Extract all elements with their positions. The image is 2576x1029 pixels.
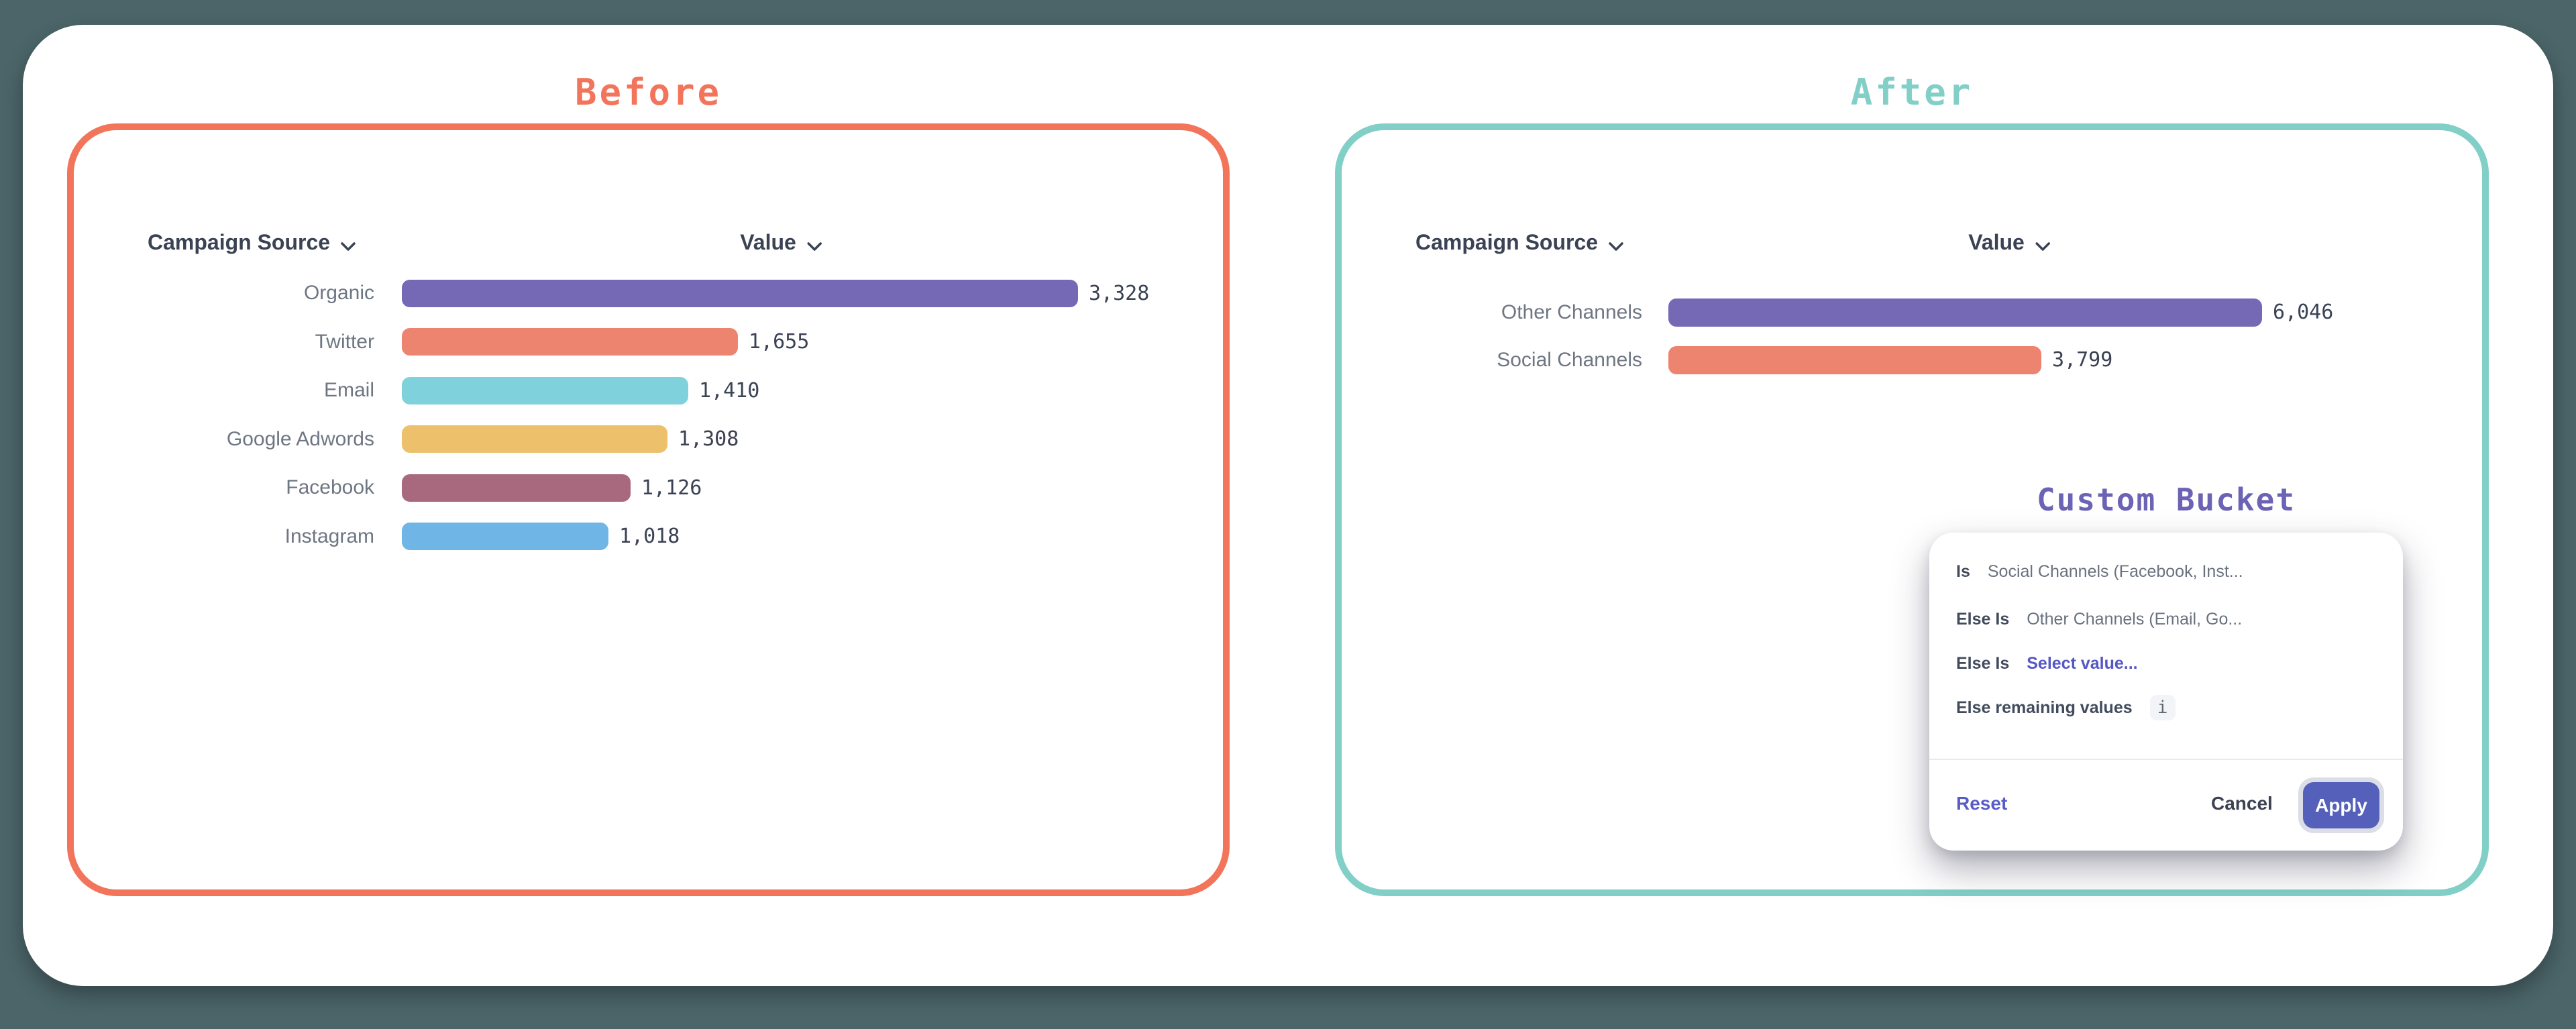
condition-keyword: Else Is bbox=[1956, 610, 2009, 629]
chevron-down-icon bbox=[2035, 231, 2050, 256]
cancel-button[interactable]: Cancel bbox=[2211, 789, 2273, 818]
after-chart-rows: Other Channels 6,046 Social Channels 3,799 bbox=[1342, 288, 2482, 384]
row-label-facebook: Facebook bbox=[74, 476, 374, 499]
condition-keyword: Else remaining values bbox=[1956, 698, 2133, 718]
select-value-link[interactable]: Select value... bbox=[2027, 654, 2137, 673]
bar-value-social-channels: 3,799 bbox=[2052, 348, 2112, 372]
measure-header-label: Value bbox=[1968, 230, 2025, 255]
bar-instagram[interactable] bbox=[402, 523, 608, 550]
info-icon[interactable]: i bbox=[2150, 695, 2176, 720]
bar-value-organic: 3,328 bbox=[1089, 282, 1149, 305]
row-label-social-channels: Social Channels bbox=[1342, 349, 1642, 372]
chart-row: Organic 3,328 bbox=[74, 269, 1223, 318]
bar-value-twitter: 1,655 bbox=[749, 330, 809, 354]
bucket-condition-row: Else Is Select value... bbox=[1956, 649, 2138, 678]
custom-bucket-dialog: Is Social Channels (Facebook, Inst... Else… bbox=[1929, 533, 2403, 851]
condition-keyword: Else Is bbox=[1956, 654, 2009, 673]
measure-header-label: Value bbox=[740, 230, 796, 255]
row-label-instagram: Instagram bbox=[74, 525, 374, 548]
condition-keyword: Is bbox=[1956, 562, 1970, 582]
bar-twitter[interactable] bbox=[402, 328, 738, 356]
row-label-twitter: Twitter bbox=[74, 331, 374, 354]
chevron-down-icon bbox=[341, 231, 356, 256]
dimension-header[interactable]: Campaign Source bbox=[1415, 228, 1623, 256]
chart-row: Google Adwords 1,308 bbox=[74, 415, 1223, 464]
chart-row: Social Channels 3,799 bbox=[1342, 336, 2482, 384]
bar-organic[interactable] bbox=[402, 280, 1078, 307]
bar-social-channels[interactable] bbox=[1668, 346, 2041, 374]
dialog-divider bbox=[1929, 759, 2403, 760]
bar-value-google-adwords: 1,308 bbox=[678, 427, 739, 451]
chart-row: Facebook 1,126 bbox=[74, 464, 1223, 512]
row-label-email: Email bbox=[74, 379, 374, 402]
condition-value[interactable]: Other Channels (Email, Go... bbox=[2027, 610, 2242, 629]
dimension-header-label: Campaign Source bbox=[1415, 230, 1598, 255]
before-panel: Campaign Source Value Organic 3,328 Twitte… bbox=[67, 123, 1230, 896]
row-label-other-channels: Other Channels bbox=[1342, 301, 1642, 324]
bar-facebook[interactable] bbox=[402, 474, 631, 502]
dimension-header[interactable]: Campaign Source bbox=[148, 228, 356, 256]
dimension-header-label: Campaign Source bbox=[148, 230, 330, 255]
before-chart-rows: Organic 3,328 Twitter 1,655 Email 1,410 Google… bbox=[74, 269, 1223, 561]
chart-row: Email 1,410 bbox=[74, 366, 1223, 415]
row-label-organic: Organic bbox=[74, 282, 374, 305]
chart-row: Twitter 1,655 bbox=[74, 318, 1223, 367]
before-title: Before bbox=[67, 68, 1230, 117]
apply-button[interactable]: Apply bbox=[2303, 782, 2379, 828]
bucket-condition-row: Is Social Channels (Facebook, Inst... bbox=[1956, 557, 2243, 586]
chart-row: Other Channels 6,046 bbox=[1342, 288, 2482, 336]
reset-button[interactable]: Reset bbox=[1956, 789, 2007, 818]
bucket-condition-row: Else Is Other Channels (Email, Go... bbox=[1956, 604, 2242, 634]
bar-email[interactable] bbox=[402, 377, 688, 404]
measure-header[interactable]: Value bbox=[740, 228, 822, 256]
chevron-down-icon bbox=[807, 231, 822, 256]
bar-other-channels[interactable] bbox=[1668, 299, 2262, 327]
measure-header[interactable]: Value bbox=[1968, 228, 2050, 256]
chevron-down-icon bbox=[1609, 231, 1623, 256]
bucket-condition-row: Else remaining values i bbox=[1956, 693, 2176, 722]
after-title: After bbox=[1335, 68, 2489, 117]
chart-row: Instagram 1,018 bbox=[74, 512, 1223, 561]
bar-value-other-channels: 6,046 bbox=[2273, 301, 2333, 324]
condition-value[interactable]: Social Channels (Facebook, Inst... bbox=[1988, 562, 2243, 582]
custom-bucket-title: Custom Bucket bbox=[1929, 480, 2403, 519]
bar-google-adwords[interactable] bbox=[402, 425, 667, 453]
row-label-google-adwords: Google Adwords bbox=[74, 428, 374, 451]
bar-value-instagram: 1,018 bbox=[619, 525, 680, 548]
bar-value-email: 1,410 bbox=[699, 379, 759, 402]
bar-value-facebook: 1,126 bbox=[641, 476, 702, 500]
